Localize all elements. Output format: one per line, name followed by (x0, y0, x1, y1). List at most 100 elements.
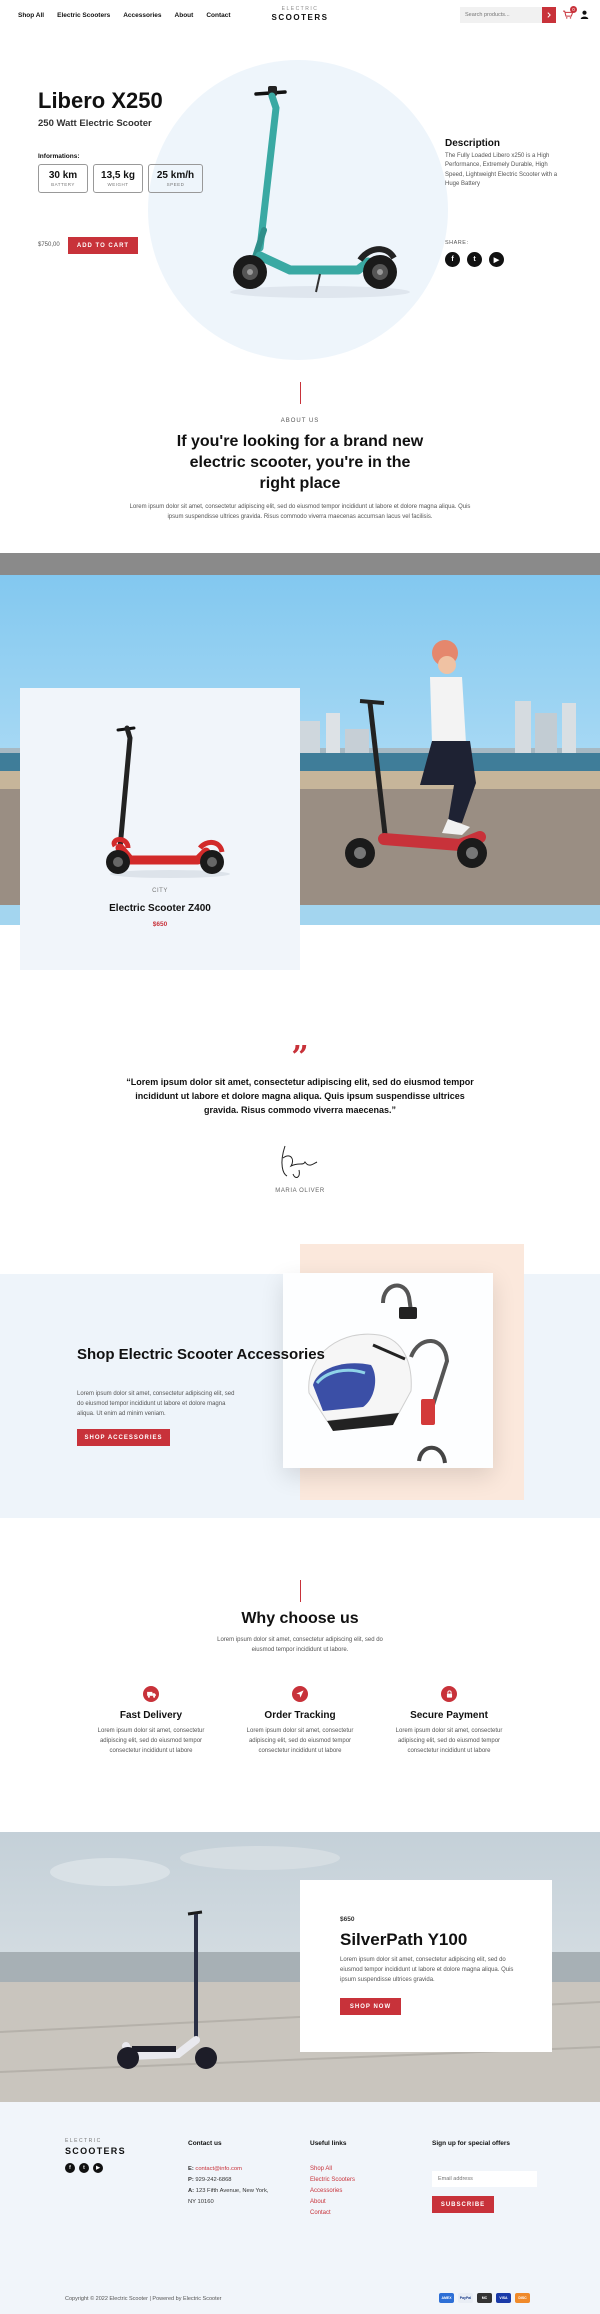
footer-contact-heading: Contact us (188, 2140, 222, 2147)
site-logo[interactable]: ELECTRIC SCOOTERS (272, 6, 329, 22)
facebook-icon[interactable]: f (65, 2163, 75, 2173)
feature-title: Fast Delivery (119, 1710, 183, 1721)
product-price: $750,00 (38, 242, 60, 248)
footer-link-contact[interactable]: Contact (310, 2210, 331, 2216)
footer-address: A: 123 Fifth Avenue, New York, (188, 2188, 268, 2194)
shop-accessories-button[interactable]: SHOP ACCESSORIES (77, 1429, 170, 1446)
spec-speed: 25 km/h SPEED (148, 164, 203, 193)
spec-battery: 30 km BATTERY (38, 164, 88, 193)
footer-link-shop-all[interactable]: Shop All (310, 2166, 332, 2172)
divider-line (300, 382, 301, 404)
spec-weight: 13,5 kg WEIGHT (93, 164, 143, 193)
twitter-icon[interactable]: t (467, 252, 482, 267)
search-input[interactable] (460, 7, 542, 23)
about-label: ABOUT US (280, 418, 320, 424)
truck-icon (143, 1686, 159, 1702)
footer-email-link[interactable]: contact@info.com (195, 2166, 241, 2172)
lock-icon (441, 1686, 457, 1702)
spec-label: WEIGHT (107, 182, 129, 187)
featured-price: $650 (152, 921, 168, 928)
arrow-right-icon (547, 12, 551, 18)
newsletter-email-input[interactable] (432, 2171, 537, 2187)
logo-main-text: SCOOTERS (271, 13, 329, 22)
product2-title: SilverPath Y100 (340, 1930, 468, 1949)
product-subtitle: 250 Watt Electric Scooter (38, 118, 152, 129)
nav-accessories[interactable]: Accessories (123, 12, 161, 19)
phone-label: P: (188, 2177, 194, 2183)
spec-value: 25 km/h (156, 170, 195, 181)
testimonial-quote: “Lorem ipsum dolor sit amet, consectetur… (126, 1077, 474, 1115)
accessories-text: Lorem ipsum dolor sit amet, consectetur … (77, 1391, 235, 1417)
accessories-image (283, 1273, 493, 1468)
paypal-icon: PayPal (458, 2293, 473, 2303)
visa-icon: VISA (496, 2293, 511, 2303)
spec-value: 13,5 kg (101, 170, 135, 181)
footer-email: E: contact@info.com (188, 2166, 242, 2172)
footer-link-electric-scooters[interactable]: Electric Scooters (310, 2177, 355, 2183)
share-label: SHARE: (445, 240, 469, 246)
footer-link-accessories[interactable]: Accessories (310, 2188, 342, 2194)
feature-text: Lorem ipsum dolor sit amet, consectetur … (395, 1728, 503, 1755)
site-footer (0, 2102, 600, 2314)
main-nav: Shop All Electric Scooters Accessories A… (18, 12, 231, 19)
page: Shop All Electric Scooters Accessories A… (0, 0, 600, 2314)
description-text: The Fully Loaded Libero x250 is a High P… (445, 153, 558, 187)
feature-text: Lorem ipsum dolor sit amet, consectetur … (97, 1728, 205, 1755)
twitter-icon[interactable]: t (79, 2163, 89, 2173)
signature-image (281, 1145, 318, 1178)
subscribe-button[interactable]: SUBSCRIBE (432, 2196, 494, 2213)
feature-title: Secure Payment (410, 1710, 488, 1721)
navigation-icon (292, 1686, 308, 1702)
about-title: If you're looking for a brand new electr… (176, 433, 424, 492)
feature-text: Lorem ipsum dolor sit amet, consectetur … (246, 1728, 354, 1755)
featured-scooter-image (106, 725, 230, 878)
amex-icon: AMEX (439, 2293, 454, 2303)
footer-logo-small: ELECTRIC (65, 2138, 102, 2144)
address-line-1: 123 Fifth Avenue, New York, (195, 2188, 269, 2194)
testimonial-author: MARIA OLIVER (275, 1188, 325, 1194)
accessories-title: Shop Electric Scooter Accessories (77, 1346, 325, 1363)
divider-line (300, 1580, 301, 1602)
youtube-icon[interactable]: ▶ (489, 252, 504, 267)
spec-label: SPEED (166, 182, 185, 187)
phone-value: 929-242-6868 (195, 2177, 232, 2183)
facebook-icon[interactable]: f (445, 252, 460, 267)
helmet-lock-image (283, 1273, 493, 1468)
footer-phone: P: 929-242-6868 (188, 2177, 232, 2183)
footer-links-heading: Useful links (310, 2140, 347, 2147)
logo-small-text: ELECTRIC (281, 6, 319, 12)
shop-now-button[interactable]: SHOP NOW (340, 1998, 401, 2015)
discover-icon: DISC (515, 2293, 530, 2303)
featured-name[interactable]: Electric Scooter Z400 (20, 903, 300, 914)
nav-contact[interactable]: Contact (206, 12, 230, 19)
address-label: A: (188, 2188, 195, 2194)
description-heading: Description (445, 138, 501, 149)
footer-link-about[interactable]: About (310, 2199, 326, 2205)
product2-text: Lorem ipsum dolor sit amet, consectetur … (340, 1957, 514, 1983)
footer-logo[interactable]: ELECTRIC SCOOTERS (65, 2138, 126, 2156)
search-button[interactable] (542, 7, 556, 23)
why-subtitle: Lorem ipsum dolor sit amet, consectetur … (217, 1637, 383, 1654)
user-icon[interactable] (580, 10, 589, 19)
informations-label: Informations: (38, 153, 80, 160)
copyright-text: Copyright © 2022 Electric Scooter | Powe… (65, 2296, 222, 2302)
about-text: Lorem ipsum dolor sit amet, consectetur … (129, 504, 471, 521)
add-to-cart-button[interactable]: ADD TO CART (68, 237, 138, 254)
footer-logo-main: SCOOTERS (65, 2146, 126, 2156)
youtube-icon[interactable]: ▶ (93, 2163, 103, 2173)
search-bar (460, 7, 556, 23)
quote-icon: ” (291, 1040, 309, 1075)
spec-label: BATTERY (51, 182, 75, 187)
address-line-2: NY 10160 (188, 2199, 214, 2205)
product2-price: $650 (340, 1916, 355, 1923)
feature-title: Order Tracking (264, 1710, 336, 1721)
product-title: Libero X250 (38, 88, 163, 113)
footer-signup-heading: Sign up for special offers (432, 2140, 511, 2147)
nav-about[interactable]: About (175, 12, 194, 19)
hero-scooter-image (230, 86, 410, 298)
mastercard-icon: MC (477, 2293, 492, 2303)
featured-category: CITY (152, 888, 168, 894)
nav-shop-all[interactable]: Shop All (18, 12, 44, 19)
nav-electric-scooters[interactable]: Electric Scooters (57, 12, 110, 19)
why-title: Why choose us (241, 1610, 359, 1627)
